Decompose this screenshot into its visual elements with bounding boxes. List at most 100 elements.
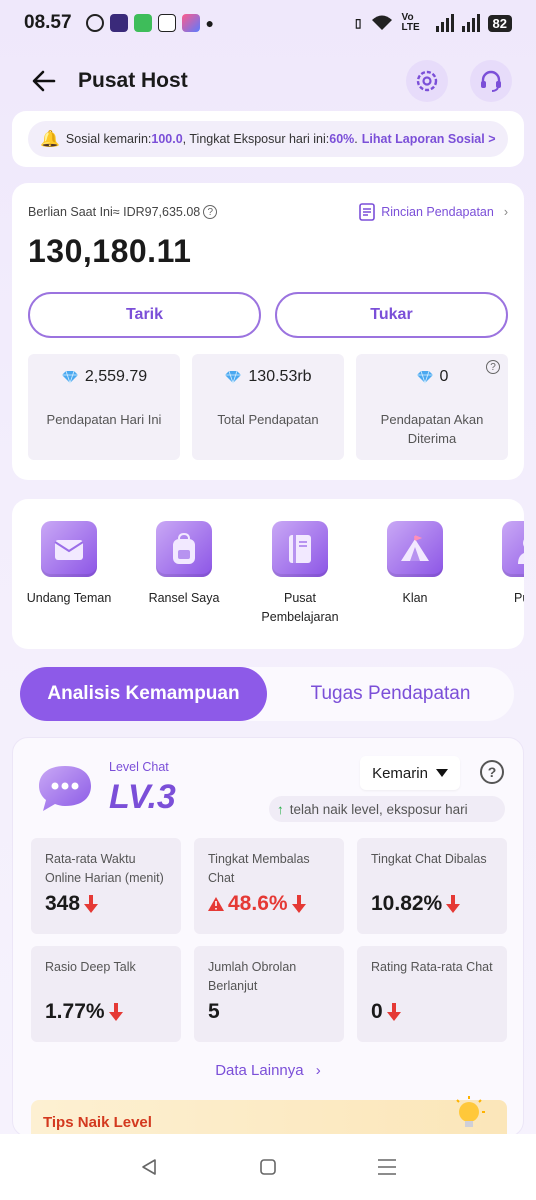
shortcut-label: Klan: [402, 591, 428, 605]
question-icon[interactable]: ?: [203, 205, 218, 219]
envelope-icon: [41, 521, 97, 577]
income-details-link[interactable]: Rincian Pendapatan ›: [359, 203, 508, 221]
diamond-icon: [61, 370, 78, 384]
back-button[interactable]: [24, 61, 64, 101]
shortcut-backpack[interactable]: Ransel Saya: [129, 521, 239, 608]
metric-value: 1.77%: [45, 1000, 105, 1023]
exchange-button[interactable]: Tukar: [275, 292, 508, 338]
stat-total: 130.53rb Total Pendapatan: [192, 354, 344, 460]
income-details-label: Rincian Pendapatan: [381, 205, 494, 219]
shortcut-label: Pusat: [514, 591, 524, 605]
metric-label: Rating Rata-rata Chat: [371, 960, 493, 974]
page-title: Pusat Host: [78, 69, 188, 92]
settings-button[interactable]: [406, 60, 448, 102]
nav-back-button[interactable]: [134, 1152, 164, 1182]
messages-icon: [133, 14, 152, 32]
metric-card: Tingkat Membalas Chat 48.6%: [194, 838, 344, 934]
tab-bar: Analisis Kemampuan Tugas Pendapatan: [20, 667, 514, 721]
marquee-text: telah naik level, eksposur hari: [289, 801, 468, 817]
stat-total-label: Total Pendapatan: [217, 412, 319, 427]
level-value: LV.3: [109, 778, 176, 816]
signal-icon: [435, 14, 454, 32]
metric-value: 0: [371, 1000, 383, 1023]
down-arrow-icon: [108, 1003, 123, 1021]
metric-label: Jumlah Obrolan Berlanjut: [208, 960, 297, 993]
support-button[interactable]: [470, 60, 512, 102]
down-arrow-icon: [84, 895, 99, 913]
metric-value-row: 5: [208, 1000, 220, 1024]
metric-value-row: 0: [371, 1000, 401, 1024]
menu-lines-icon: [377, 1159, 396, 1175]
period-dropdown[interactable]: Kemarin: [360, 756, 460, 790]
tab-income-tasks[interactable]: Tugas Pendapatan: [267, 667, 514, 721]
metric-value: 10.82%: [371, 892, 443, 915]
metric-card: Rasio Deep Talk 1.77%: [31, 946, 181, 1042]
metric-label: Tingkat Membalas Chat: [208, 852, 310, 885]
period-value: Kemarin: [372, 764, 428, 782]
battery-icon: 82: [487, 14, 512, 32]
tab-ability-analysis[interactable]: Analisis Kemampuan: [20, 667, 267, 721]
wifi-icon: [371, 15, 392, 30]
shortcut-center[interactable]: Pusat: [475, 521, 524, 608]
ability-analysis-panel: Level Chat LV.3 Kemarin ? ↑ telah naik l…: [12, 737, 524, 1150]
metric-card: Tingkat Chat Dibalas 10.82%: [357, 838, 507, 934]
metric-card: Rata-rata Waktu Online Harian (menit) 34…: [31, 838, 181, 934]
status-time: 08.57: [24, 12, 72, 33]
stat-total-value: 130.53rb: [248, 368, 312, 385]
chevron-right-icon: ›: [503, 205, 508, 219]
square-home-icon: [260, 1159, 276, 1175]
question-icon[interactable]: ?: [486, 360, 500, 374]
nav-home-button[interactable]: [253, 1152, 283, 1182]
balance-card: Berlian Saat Ini≈ IDR97,635.08 ? Rincian…: [12, 183, 524, 480]
more-data-link[interactable]: Data Lainnya ›: [13, 1062, 523, 1079]
metric-card: Rating Rata-rata Chat 0: [357, 946, 507, 1042]
down-arrow-icon: [291, 895, 306, 913]
withdraw-button[interactable]: Tarik: [28, 292, 261, 338]
status-bar: 08.57 ● ▯ Vo LTE 82: [0, 0, 536, 46]
metric-value-row: 348: [45, 892, 99, 916]
diamond-icon: [416, 370, 433, 384]
metric-label: Rasio Deep Talk: [45, 960, 136, 974]
balance-label: Berlian Saat Ini≈ IDR97,635.08: [28, 205, 201, 219]
tips-title: Tips Naik Level: [43, 1114, 152, 1131]
more-data-label: Data Lainnya: [215, 1062, 304, 1079]
shortcut-clan[interactable]: Klan: [360, 521, 470, 608]
lightbulb-icon: [456, 1096, 485, 1127]
vibrate-icon: ▯: [354, 16, 362, 30]
shortcut-label: Pusat Pembelajaran: [261, 591, 339, 624]
header: Pusat Host: [0, 56, 536, 106]
metric-value: 48.6%: [228, 892, 288, 915]
nav-recents-button[interactable]: [372, 1152, 402, 1182]
gear-icon: [416, 70, 438, 92]
down-arrow-icon: [446, 895, 461, 913]
whatsapp-icon: [85, 14, 104, 32]
shortcut-label: Ransel Saya: [148, 591, 220, 605]
metric-value-row: 1.77%: [45, 1000, 123, 1024]
balance-amount: 130,180.11: [28, 233, 192, 269]
metric-label: Tingkat Chat Dibalas: [371, 852, 487, 866]
back-arrow-icon: [32, 70, 56, 92]
level-marquee: ↑ telah naik level, eksposur hari: [269, 796, 505, 822]
tent-icon: [387, 521, 443, 577]
shortcut-learning-center[interactable]: Pusat Pembelajaran: [245, 521, 355, 627]
metric-value-row: 10.82%: [371, 892, 461, 916]
stat-today-label: Pendapatan Hari Ini: [46, 412, 162, 427]
shortcut-label: Undang Teman: [26, 591, 112, 605]
headset-icon: [481, 70, 501, 92]
app-icon: [109, 14, 128, 32]
metrics-grid: Rata-rata Waktu Online Harian (menit) 34…: [31, 838, 507, 1042]
system-icons: ▯ Vo LTE 82: [355, 13, 512, 33]
shortcut-invite-friends[interactable]: Undang Teman: [14, 521, 124, 608]
social-report-link[interactable]: Lihat Laporan Sosial >: [362, 132, 496, 146]
tiktok-icon: [157, 14, 176, 32]
exposure-value: 60%: [329, 132, 355, 146]
notice-banner[interactable]: 🔔 Sosial kemarin: 100.0 , Tingkat Ekspos…: [28, 121, 508, 157]
help-button[interactable]: ?: [480, 760, 504, 784]
down-arrow-icon: [386, 1003, 401, 1021]
stat-pending-label: Pendapatan Akan Diterima: [380, 412, 484, 446]
stat-pending: ? 0 Pendapatan Akan Diterima: [356, 354, 508, 460]
document-icon: [359, 203, 376, 221]
metric-value-row: 48.6%: [208, 892, 306, 916]
network-label: Vo LTE: [401, 12, 420, 33]
stat-today-value: 2,559.79: [84, 368, 148, 385]
